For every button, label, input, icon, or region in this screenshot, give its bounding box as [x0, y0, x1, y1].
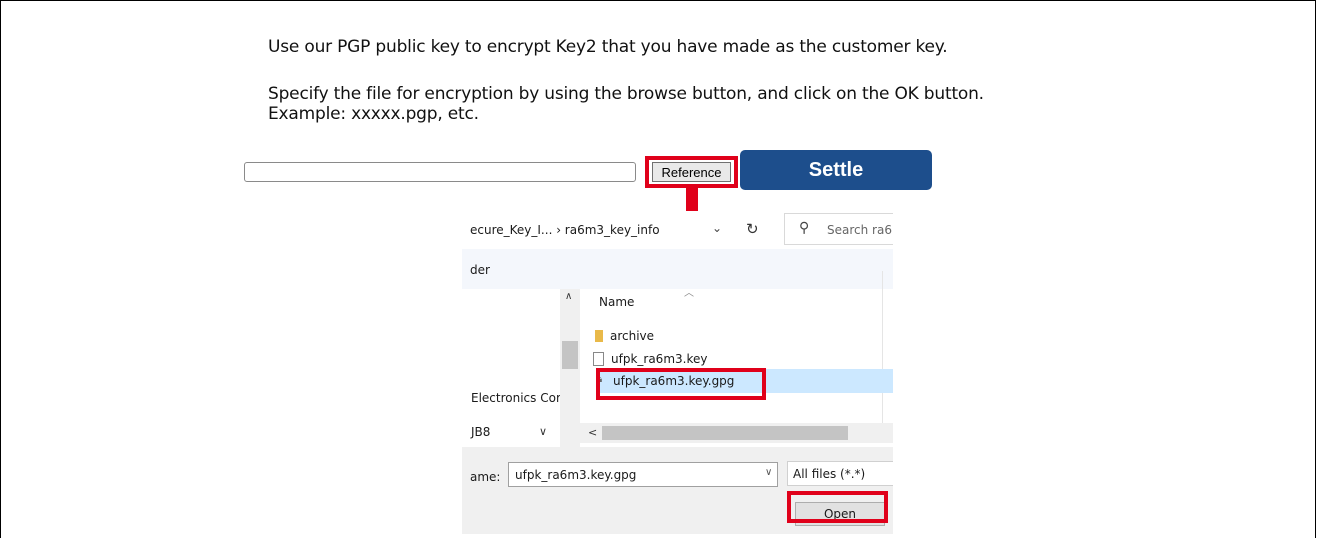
list-item[interactable]: archive: [593, 329, 654, 343]
scrollbar-thumb[interactable]: [602, 426, 848, 440]
filename-input[interactable]: ufpk_ra6m3.key.gpg ∨: [508, 462, 778, 487]
sort-caret-icon: ︿: [684, 288, 694, 299]
file-type-filter[interactable]: All files (*.*): [787, 461, 893, 486]
chevron-down-icon[interactable]: ∨: [765, 467, 772, 478]
command-bar: der: [462, 249, 893, 289]
search-placeholder: Search ra6: [827, 223, 892, 237]
filename-label: ame:: [470, 470, 501, 484]
file-name: archive: [610, 329, 655, 343]
file-icon: [593, 352, 604, 366]
reference-highlight-box: [645, 156, 738, 188]
scroll-up-icon[interactable]: ∧: [565, 291, 572, 302]
filter-value: All files (*.*): [793, 467, 866, 481]
folder-icon: [595, 330, 603, 342]
search-box[interactable]: ⚲ Search ra6: [784, 213, 893, 245]
filename-value: ufpk_ra6m3.key.gpg: [515, 468, 637, 482]
open-highlight-box: [787, 491, 888, 523]
column-divider: [882, 271, 883, 441]
address-bar: ecure_Key_I... › ra6m3_key_info ⌄ ↻ ⚲ Se…: [462, 211, 893, 249]
scroll-left-icon[interactable]: <: [588, 426, 597, 439]
refresh-icon[interactable]: ↻: [746, 220, 759, 238]
breadcrumb[interactable]: ecure_Key_I... › ra6m3_key_info: [470, 223, 660, 237]
selected-file-highlight-box: [596, 368, 766, 400]
column-header-name[interactable]: Name: [599, 295, 634, 309]
horizontal-scrollbar[interactable]: <: [562, 423, 893, 443]
new-folder-label[interactable]: der: [470, 263, 490, 277]
nav-item-jb8[interactable]: JB8: [471, 425, 490, 439]
chevron-down-icon[interactable]: ⌄: [712, 221, 722, 235]
instruction-line-1: Use our PGP public key to encrypt Key2 t…: [268, 37, 948, 57]
chevron-down-icon[interactable]: ∨: [539, 425, 547, 438]
instruction-example: Example: xxxxx.pgp, etc.: [268, 104, 479, 124]
instruction-line-2: Specify the file for encryption by using…: [268, 84, 984, 104]
settle-button[interactable]: Settle: [740, 150, 932, 190]
file-path-input[interactable]: [244, 162, 636, 182]
scrollbar-thumb[interactable]: [562, 341, 578, 369]
list-item[interactable]: ufpk_ra6m3.key: [593, 352, 707, 366]
file-name: ufpk_ra6m3.key: [611, 352, 708, 366]
nav-item-electronics[interactable]: Electronics Corp: [471, 391, 569, 405]
search-icon: ⚲: [799, 220, 810, 236]
